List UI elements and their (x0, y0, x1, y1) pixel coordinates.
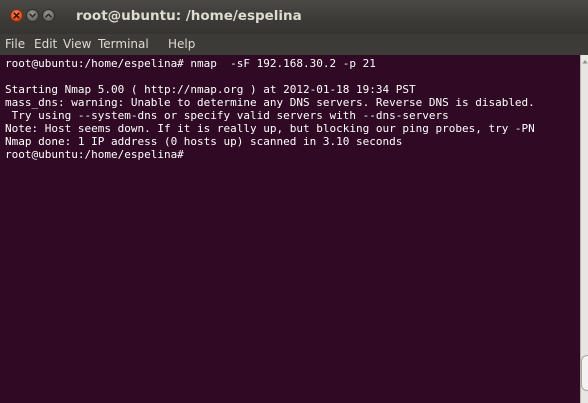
window-title: root@ubuntu: /home/espelina (76, 8, 302, 24)
maximize-icon (45, 13, 52, 18)
minimize-button[interactable] (26, 9, 39, 22)
scrollbar-thumb[interactable] (581, 355, 588, 391)
terminal-line-dns-hint: Try using --system-dns or specify valid … (5, 109, 449, 122)
menu-edit[interactable]: Edit (34, 37, 57, 51)
close-icon (13, 12, 20, 19)
scroll-up-arrow-icon[interactable] (582, 59, 588, 64)
minimize-icon (29, 13, 36, 18)
menu-bar: File Edit View Terminal Help (0, 34, 588, 55)
vertical-scrollbar[interactable] (580, 55, 588, 403)
terminal-line-starting: Starting Nmap 5.00 ( http://nmap.org ) a… (5, 83, 416, 96)
menu-help[interactable]: Help (168, 37, 195, 51)
terminal-window: root@ubuntu: /home/espelina File Edit Vi… (0, 0, 588, 403)
menu-file[interactable]: File (5, 37, 25, 51)
maximize-button[interactable] (42, 9, 55, 22)
close-button[interactable] (10, 9, 23, 22)
terminal-line-host-note: Note: Host seems down. If it is really u… (5, 122, 535, 135)
menu-terminal[interactable]: Terminal (98, 37, 149, 51)
terminal-line-command: root@ubuntu:/home/espelina# nmap -sF 192… (5, 57, 376, 70)
menu-view[interactable]: View (63, 37, 91, 51)
terminal-line-prompt: root@ubuntu:/home/espelina# (5, 148, 184, 161)
title-bar[interactable]: root@ubuntu: /home/espelina (0, 0, 588, 34)
terminal-output[interactable]: root@ubuntu:/home/espelina# nmap -sF 192… (0, 55, 580, 403)
terminal-line-done: Nmap done: 1 IP address (0 hosts up) sca… (5, 135, 403, 148)
terminal-line-dns-warning: mass_dns: warning: Unable to determine a… (5, 96, 535, 109)
